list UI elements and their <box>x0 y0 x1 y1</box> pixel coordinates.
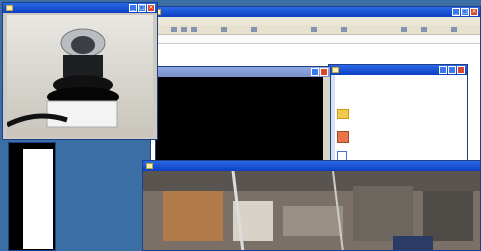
dark-viewer-scrollbar[interactable] <box>323 77 330 165</box>
word-close-button[interactable]: × <box>470 8 478 16</box>
dark-viewer-minimize-button[interactable] <box>311 68 319 76</box>
explorer-app-icon <box>332 67 339 73</box>
word-menubar[interactable] <box>151 17 480 25</box>
toolbar-cut-icon[interactable] <box>251 27 257 32</box>
word-ruler <box>151 35 480 44</box>
toolbar-save-icon[interactable] <box>191 27 197 32</box>
overview-video-feed <box>143 170 480 250</box>
document-page <box>23 149 53 249</box>
overview-app-icon <box>146 163 153 169</box>
toolbar-bold-icon[interactable] <box>401 27 407 32</box>
camera-titlebar[interactable]: _ □ × <box>3 3 157 13</box>
toolbar-print-icon[interactable] <box>221 27 227 32</box>
overview-camera-window[interactable] <box>142 160 481 251</box>
explorer-item-folder[interactable] <box>337 109 457 121</box>
folder-icon <box>337 109 349 119</box>
toolbar-align-icon[interactable] <box>421 27 427 32</box>
dark-viewer-close-button[interactable] <box>320 68 328 76</box>
panoramic-camera-photo <box>5 28 119 128</box>
explorer-close-button[interactable] <box>457 66 465 74</box>
toolbar-undo-icon[interactable] <box>311 27 317 32</box>
dark-viewer-titlebar[interactable] <box>156 67 330 77</box>
word-minimize-button[interactable]: _ <box>452 8 460 16</box>
overview-titlebar[interactable] <box>143 161 480 171</box>
toolbar-new-icon[interactable] <box>171 27 177 32</box>
camera-video-feed <box>5 15 153 137</box>
image-file-icon <box>337 131 349 143</box>
explorer-minimize-button[interactable] <box>439 66 447 74</box>
camera-window[interactable]: _ □ × <box>2 2 158 140</box>
explorer-window[interactable] <box>328 64 468 164</box>
word-maximize-button[interactable]: □ <box>461 8 469 16</box>
office-panorama-photo <box>143 170 480 250</box>
toolbar-open-icon[interactable] <box>181 27 187 32</box>
word-titlebar[interactable]: _ □ × <box>151 7 480 17</box>
explorer-maximize-button[interactable] <box>448 66 456 74</box>
toolbar-list-icon[interactable] <box>451 27 457 32</box>
camera-minimize-button[interactable]: _ <box>129 4 137 12</box>
camera-app-icon <box>6 5 13 11</box>
camera-maximize-button[interactable]: □ <box>138 4 146 12</box>
dark-viewer-window[interactable] <box>155 66 331 166</box>
explorer-item-image[interactable] <box>337 131 457 145</box>
camera-close-button[interactable]: × <box>147 4 155 12</box>
toolbar-format-icon[interactable] <box>341 27 347 32</box>
word-toolbar[interactable] <box>151 25 480 35</box>
explorer-titlebar[interactable] <box>329 65 467 75</box>
document-pane[interactable] <box>8 142 56 251</box>
